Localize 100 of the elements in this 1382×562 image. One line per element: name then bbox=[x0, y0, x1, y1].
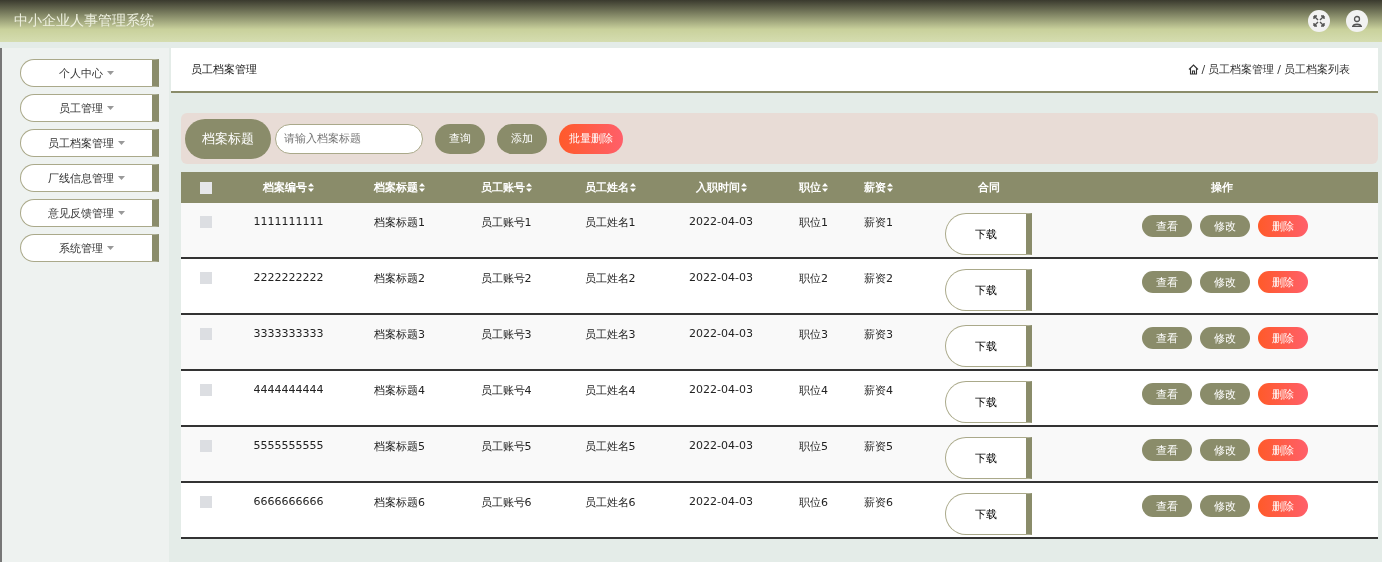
sidebar-menu-item[interactable]: 意见反馈管理 bbox=[20, 199, 159, 227]
table-cell: 2022-04-03 bbox=[689, 439, 753, 452]
sort-icon[interactable] bbox=[822, 183, 828, 192]
table-cell: 1111111111 bbox=[253, 215, 324, 228]
column-header[interactable]: 员工账号 bbox=[480, 180, 525, 195]
table-cell: 2022-04-03 bbox=[689, 383, 753, 396]
table-cell: 薪资5 bbox=[864, 439, 893, 454]
table-cell: 2022-04-03 bbox=[689, 271, 753, 284]
batch-delete-button[interactable]: 批量删除 bbox=[559, 123, 623, 154]
action-button[interactable]: 查看 bbox=[1141, 495, 1192, 517]
delete-button[interactable]: 删除 bbox=[1257, 439, 1308, 461]
home-icon[interactable] bbox=[1187, 64, 1199, 75]
delete-button[interactable]: 删除 bbox=[1257, 383, 1308, 405]
action-button[interactable]: 修改 bbox=[1199, 383, 1250, 405]
table-cell: 薪资1 bbox=[864, 215, 893, 230]
table-cell: 档案标题3 bbox=[374, 327, 425, 342]
action-button[interactable]: 查看 bbox=[1141, 327, 1192, 349]
table-cell: 职位5 bbox=[799, 439, 828, 454]
table-cell: 薪资2 bbox=[864, 271, 893, 286]
download-button[interactable]: 下载 bbox=[945, 269, 1032, 311]
checkbox[interactable] bbox=[200, 181, 212, 194]
breadcrumb-item[interactable]: 员工档案列表 bbox=[1284, 62, 1350, 77]
caret-icon bbox=[107, 106, 114, 110]
sidebar-menu-item[interactable]: 个人中心 bbox=[20, 59, 159, 87]
action-button[interactable]: 查看 bbox=[1141, 215, 1192, 237]
action-button[interactable]: 查看 bbox=[1141, 271, 1192, 293]
action-button[interactable]: 查看 bbox=[1141, 439, 1192, 461]
table-cell: 2222222222 bbox=[253, 271, 324, 284]
download-button[interactable]: 下载 bbox=[945, 437, 1032, 479]
table-cell: 档案标题6 bbox=[374, 495, 425, 510]
download-button[interactable]: 下载 bbox=[945, 381, 1032, 423]
table-cell: 职位2 bbox=[799, 271, 828, 286]
action-button[interactable]: 修改 bbox=[1199, 271, 1250, 293]
action-button[interactable]: 修改 bbox=[1199, 327, 1250, 349]
app-title: 中小企业人事管理系统 bbox=[14, 12, 154, 30]
checkbox[interactable] bbox=[200, 272, 212, 284]
download-button[interactable]: 下载 bbox=[945, 213, 1032, 255]
action-button[interactable]: 修改 bbox=[1199, 439, 1250, 461]
table-cell: 薪资4 bbox=[864, 383, 893, 398]
sidebar-menu-item[interactable]: 员工档案管理 bbox=[20, 129, 159, 157]
breadcrumb-item[interactable]: 员工档案管理 bbox=[1208, 62, 1275, 77]
checkbox[interactable] bbox=[200, 496, 212, 508]
user-icon[interactable] bbox=[1346, 10, 1368, 32]
action-button[interactable]: 查看 bbox=[1141, 383, 1192, 405]
table-cell: 3333333333 bbox=[253, 327, 324, 340]
toolbar-button[interactable]: 添加 bbox=[497, 123, 547, 154]
sort-icon[interactable] bbox=[419, 183, 425, 192]
checkbox[interactable] bbox=[200, 216, 212, 228]
table-cell: 员工账号6 bbox=[480, 495, 532, 510]
table-cell: 员工姓名6 bbox=[584, 495, 636, 510]
sidebar-menu-item[interactable]: 员工管理 bbox=[20, 94, 159, 122]
table-cell: 薪资6 bbox=[864, 495, 893, 510]
sort-icon[interactable] bbox=[740, 183, 747, 192]
table-cell: 职位4 bbox=[799, 383, 828, 398]
table-cell: 4444444444 bbox=[253, 383, 324, 396]
page-title: 员工档案管理 bbox=[191, 62, 257, 77]
table-cell: 档案标题1 bbox=[374, 215, 425, 230]
table-cell: 员工账号3 bbox=[480, 327, 532, 342]
column-header: 操作 bbox=[1211, 180, 1233, 195]
table-cell: 6666666666 bbox=[253, 495, 324, 508]
delete-button[interactable]: 删除 bbox=[1257, 327, 1308, 349]
sidebar-menu-item[interactable]: 系统管理 bbox=[20, 234, 159, 262]
column-header[interactable]: 档案编号 bbox=[263, 180, 307, 195]
table-cell: 员工姓名3 bbox=[584, 327, 636, 342]
delete-button[interactable]: 删除 bbox=[1257, 215, 1308, 237]
checkbox[interactable] bbox=[200, 384, 212, 396]
column-header[interactable]: 入职时间 bbox=[695, 180, 740, 195]
sort-icon[interactable] bbox=[887, 183, 893, 192]
action-button[interactable]: 修改 bbox=[1199, 215, 1250, 237]
sort-icon[interactable] bbox=[629, 183, 636, 192]
table-cell: 档案标题5 bbox=[374, 439, 425, 454]
column-header[interactable]: 薪资 bbox=[864, 180, 886, 195]
fullscreen-icon[interactable] bbox=[1308, 10, 1330, 32]
checkbox[interactable] bbox=[200, 440, 212, 452]
search-field[interactable]: 请输入档案标题 bbox=[275, 123, 423, 154]
download-button[interactable]: 下载 bbox=[945, 325, 1032, 367]
table-cell: 5555555555 bbox=[253, 439, 324, 452]
table-cell: 员工账号1 bbox=[480, 215, 532, 230]
table-cell: 员工账号5 bbox=[480, 439, 532, 454]
delete-button[interactable]: 删除 bbox=[1257, 271, 1308, 293]
delete-button[interactable]: 删除 bbox=[1257, 495, 1308, 517]
breadcrumb-separator: / bbox=[1277, 63, 1281, 76]
checkbox[interactable] bbox=[200, 328, 212, 340]
table-cell: 2022-04-03 bbox=[689, 215, 753, 228]
caret-icon bbox=[107, 246, 114, 250]
sidebar-menu-item[interactable]: 厂线信息管理 bbox=[20, 164, 159, 192]
table-cell: 档案标题4 bbox=[374, 383, 425, 398]
caret-icon bbox=[118, 211, 125, 215]
column-header[interactable]: 档案标题 bbox=[374, 180, 418, 195]
table-cell: 员工姓名1 bbox=[584, 215, 636, 230]
table-cell: 薪资3 bbox=[864, 327, 893, 342]
sort-icon[interactable] bbox=[308, 183, 314, 192]
download-button[interactable]: 下载 bbox=[945, 493, 1032, 535]
column-header[interactable]: 员工姓名 bbox=[584, 180, 629, 195]
column-header[interactable]: 职位 bbox=[799, 180, 821, 195]
sort-icon[interactable] bbox=[525, 183, 532, 192]
table-cell: 职位1 bbox=[799, 215, 828, 230]
action-button[interactable]: 修改 bbox=[1199, 495, 1250, 517]
toolbar-button[interactable]: 查询 bbox=[435, 123, 485, 154]
table-cell: 员工账号2 bbox=[480, 271, 532, 286]
